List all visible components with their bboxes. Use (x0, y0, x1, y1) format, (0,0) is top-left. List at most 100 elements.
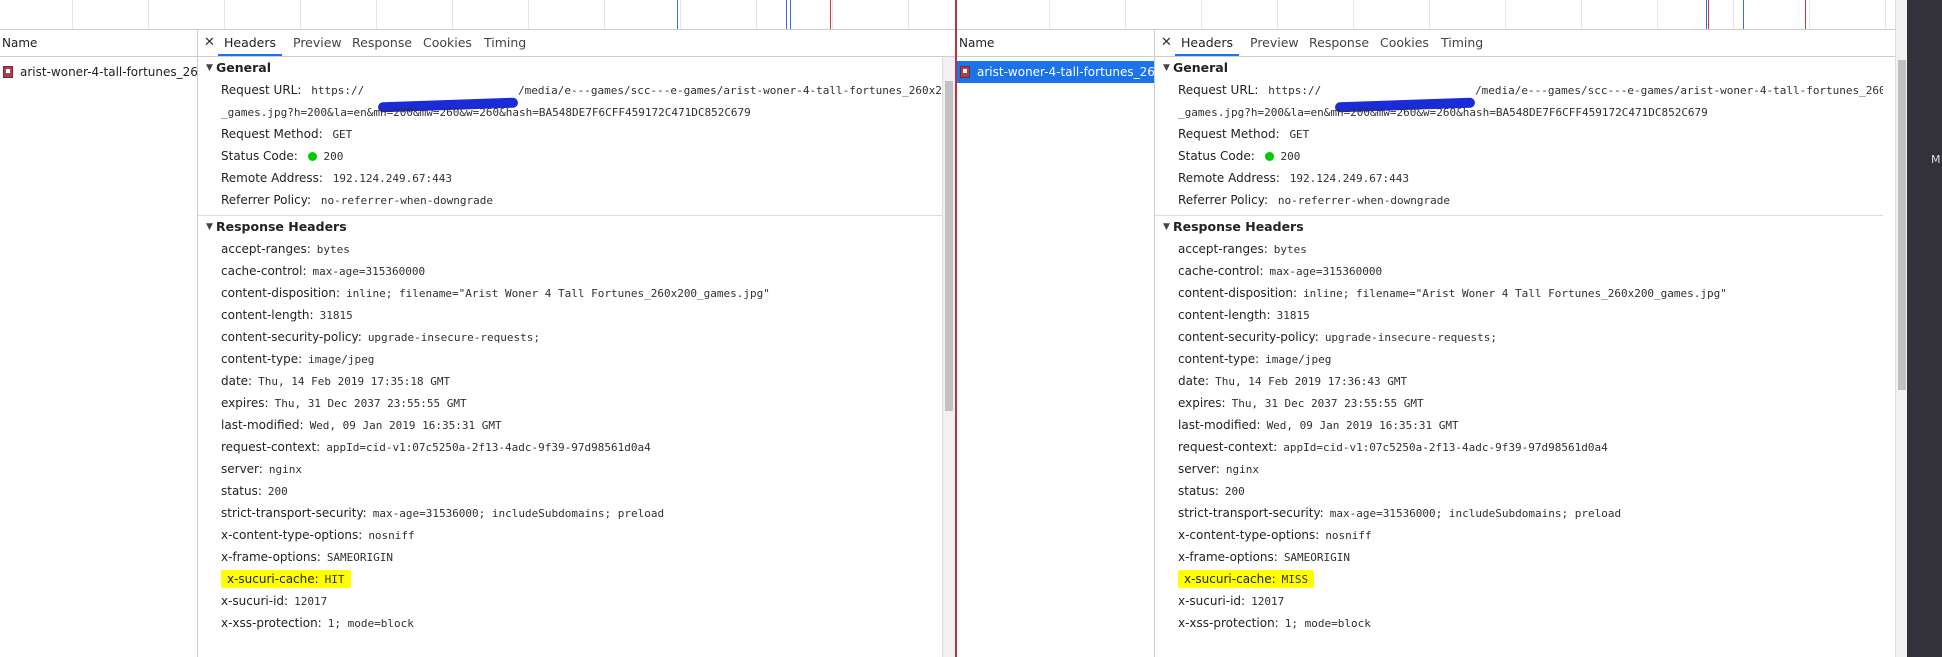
header-value: Wed, 09 Jan 2019 16:35:31 GMT (1266, 419, 1459, 432)
list-column-name-header[interactable]: Name (957, 30, 1154, 57)
tab-headers[interactable]: Headers (1175, 30, 1240, 56)
response-header-row: accept-ranges: bytes (198, 238, 943, 260)
response-header-row: last-modified: Wed, 09 Jan 2019 16:35:31 … (198, 414, 943, 436)
triangle-down-icon: ▼ (206, 222, 213, 232)
header-value: max-age=31536000; includeSubdomains; pre… (1329, 507, 1622, 520)
header-value: 31815 (1276, 309, 1310, 322)
side-panel-label: M (1931, 153, 1941, 166)
request-url-continued: _games.jpg?h=200&la=en&mh=200&mw=260&w=2… (1155, 101, 1883, 123)
response-headers-section-header[interactable]: ▼ Response Headers (198, 216, 943, 238)
header-key: Request URL: (1178, 83, 1259, 97)
devtools-pane-left: Name arist-woner-4-tall-fortunes_26... ✕… (0, 0, 955, 657)
header-value: 200 (323, 150, 344, 163)
header-pair: expires: Thu, 31 Dec 2037 23:55:55 GMT (221, 396, 467, 410)
scrollbar-thumb[interactable] (945, 81, 953, 411)
tab-timing[interactable]: Timing (1435, 30, 1489, 56)
tab-response[interactable]: Response (346, 30, 418, 56)
network-timeline[interactable] (0, 0, 955, 30)
header-pair: x-sucuri-id: 12017 (1178, 594, 1284, 608)
header-pair: x-xss-protection: 1; mode=block (221, 616, 414, 630)
tab-response[interactable]: Response (1303, 30, 1375, 56)
vertical-scrollbar[interactable] (942, 57, 955, 657)
header-pair: request-context: appId=cid-v1:07c5250a-2f… (1178, 440, 1608, 454)
header-pair: expires: Thu, 31 Dec 2037 23:55:55 GMT (1178, 396, 1424, 410)
response-header-row: request-context: appId=cid-v1:07c5250a-2f… (198, 436, 943, 458)
header-value: 1; mode=block (327, 617, 414, 630)
header-key: content-disposition: (221, 286, 341, 300)
header-value: Thu, 31 Dec 2037 23:55:55 GMT (1231, 397, 1424, 410)
request-url-prefix: https:// (311, 84, 365, 97)
header-pair: x-sucuri-id: 12017 (221, 594, 327, 608)
response-header-row: content-disposition: inline; filename="Ar… (1155, 282, 1883, 304)
response-header-row: content-length: 31815 (198, 304, 943, 326)
request-method-row: Request Method: GET (1155, 123, 1883, 145)
section-title: Response Headers (216, 219, 347, 234)
request-list-item-selected[interactable]: arist-woner-4-tall-fortunes_26... (957, 61, 1154, 83)
close-icon[interactable]: ✕ (1161, 35, 1172, 50)
header-value: SAMEORIGIN (326, 551, 394, 564)
referrer-policy-row: Referrer Policy: no-referrer-when-downgr… (1155, 189, 1883, 211)
header-value: appId=cid-v1:07c5250a-2f13-4adc-9f39-97d… (1283, 441, 1608, 454)
header-value: 12017 (1251, 595, 1285, 608)
header-value: bytes (1273, 243, 1307, 256)
list-column-name-header[interactable]: Name (0, 30, 197, 57)
header-pair: status: 200 (1178, 484, 1245, 498)
header-pair: content-disposition: inline; filename="Ar… (221, 286, 770, 300)
response-header-row: x-xss-protection: 1; mode=block (1155, 612, 1883, 634)
image-file-icon (3, 66, 13, 78)
response-headers-section-header[interactable]: ▼ Response Headers (1155, 216, 1883, 238)
header-value: 200 (267, 485, 288, 498)
tab-timing[interactable]: Timing (478, 30, 532, 56)
tab-headers[interactable]: Headers (218, 30, 283, 56)
header-pair: last-modified: Wed, 09 Jan 2019 16:35:31 … (1178, 418, 1459, 432)
request-url-prefix: https:// (1268, 84, 1322, 97)
side-panel (1907, 0, 1942, 657)
response-header-row: request-context: appId=cid-v1:07c5250a-2f… (1155, 436, 1883, 458)
header-value: upgrade-insecure-requests; (1324, 331, 1497, 344)
general-section-header[interactable]: ▼ General (198, 57, 943, 79)
header-value: max-age=315360000 (1269, 265, 1383, 278)
close-icon[interactable]: ✕ (204, 35, 215, 50)
request-url-row: Request URL: https:// /media/e---games/s… (1155, 79, 1883, 113)
response-header-row: cache-control: max-age=315360000 (198, 260, 943, 282)
request-list-item[interactable]: arist-woner-4-tall-fortunes_26... (0, 61, 197, 83)
remote-address-row: Remote Address: 192.124.249.67:443 (198, 167, 943, 189)
response-header-row: expires: Thu, 31 Dec 2037 23:55:55 GMT (198, 392, 943, 414)
header-key: request-context: (221, 440, 321, 454)
header-key: x-sucuri-id: (1178, 594, 1246, 608)
tab-cookies[interactable]: Cookies (1374, 30, 1435, 56)
response-header-row: x-frame-options: SAMEORIGIN (198, 546, 943, 568)
header-pair: x-frame-options: SAMEORIGIN (221, 550, 393, 564)
header-value: bytes (316, 243, 350, 256)
section-title: General (216, 60, 271, 75)
general-section: Request URL: https:// /media/e---games/s… (198, 79, 943, 216)
response-header-row: server: nginx (198, 458, 943, 480)
tab-preview[interactable]: Preview (1244, 30, 1305, 56)
response-header-row: content-length: 31815 (1155, 304, 1883, 326)
response-header-row: x-sucuri-id: 12017 (1155, 590, 1883, 612)
header-value: image/jpeg (308, 353, 375, 366)
header-key: x-xss-protection: (221, 616, 322, 630)
request-list: Name arist-woner-4-tall-fortunes_26... (0, 30, 198, 657)
header-value: MISS (1281, 573, 1309, 586)
header-key: last-modified: (221, 418, 304, 432)
network-timeline[interactable] (957, 0, 1895, 30)
header-pair: strict-transport-security: max-age=315360… (221, 506, 664, 520)
response-header-row: strict-transport-security: max-age=315360… (1155, 502, 1883, 524)
tab-cookies[interactable]: Cookies (417, 30, 478, 56)
request-detail: ✕ Headers Preview Response Cookies Timin… (1155, 30, 1895, 657)
scrollbar-thumb[interactable] (1898, 60, 1906, 390)
header-key: accept-ranges: (1178, 242, 1268, 256)
header-key: x-xss-protection: (1178, 616, 1279, 630)
header-pair: last-modified: Wed, 09 Jan 2019 16:35:31 … (221, 418, 502, 432)
header-key: content-type: (1178, 352, 1260, 366)
header-value: nosniff (368, 529, 415, 542)
header-pair: cache-control: max-age=315360000 (221, 264, 425, 278)
header-value: Wed, 09 Jan 2019 16:35:31 GMT (309, 419, 502, 432)
general-section-header[interactable]: ▼ General (1155, 57, 1883, 79)
header-key: x-sucuri-cache: (227, 572, 319, 586)
tab-preview[interactable]: Preview (287, 30, 348, 56)
header-key: status: (1178, 484, 1219, 498)
header-pair: status: 200 (221, 484, 288, 498)
response-header-row: date: Thu, 14 Feb 2019 17:35:18 GMT (198, 370, 943, 392)
